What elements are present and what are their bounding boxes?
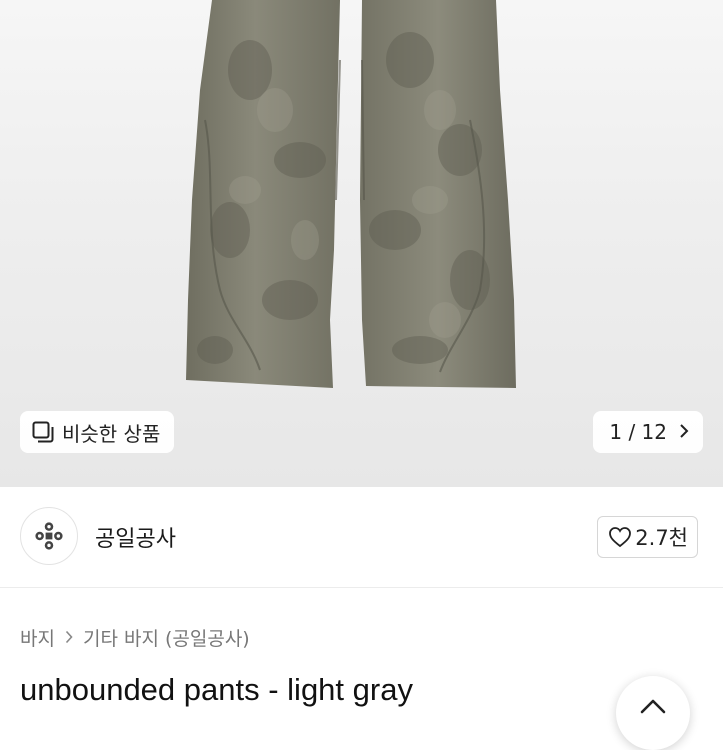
seller-row[interactable]: 공일공사 2.7천	[0, 487, 723, 588]
image-counter-button[interactable]: 1 / 12	[593, 411, 703, 453]
similar-products-icon	[32, 421, 54, 443]
breadcrumb-subcategory[interactable]: 기타 바지 (공일공사)	[83, 624, 250, 651]
product-image-gallery[interactable]: 비슷한 상품 1 / 12	[0, 0, 723, 487]
chevron-up-icon	[640, 699, 666, 714]
image-counter: 1 / 12	[609, 420, 667, 444]
similar-products-button[interactable]: 비슷한 상품	[20, 411, 175, 453]
like-count: 2.7천	[635, 526, 688, 550]
seller-name[interactable]: 공일공사	[95, 521, 176, 553]
breadcrumb: 바지 기타 바지 (공일공사)	[20, 624, 250, 651]
like-button[interactable]: 2.7천	[597, 516, 698, 558]
chevron-right-icon	[679, 420, 689, 444]
breadcrumb-category[interactable]: 바지	[20, 624, 55, 651]
chevron-right-icon	[65, 627, 73, 649]
product-title: unbounded pants - light gray	[20, 672, 413, 707]
seller-avatar[interactable]	[20, 507, 78, 565]
heart-icon	[609, 527, 632, 548]
similar-products-label: 비슷한 상품	[62, 421, 161, 446]
scroll-to-top-button[interactable]	[616, 676, 690, 750]
seller-logo-icon	[35, 522, 63, 550]
